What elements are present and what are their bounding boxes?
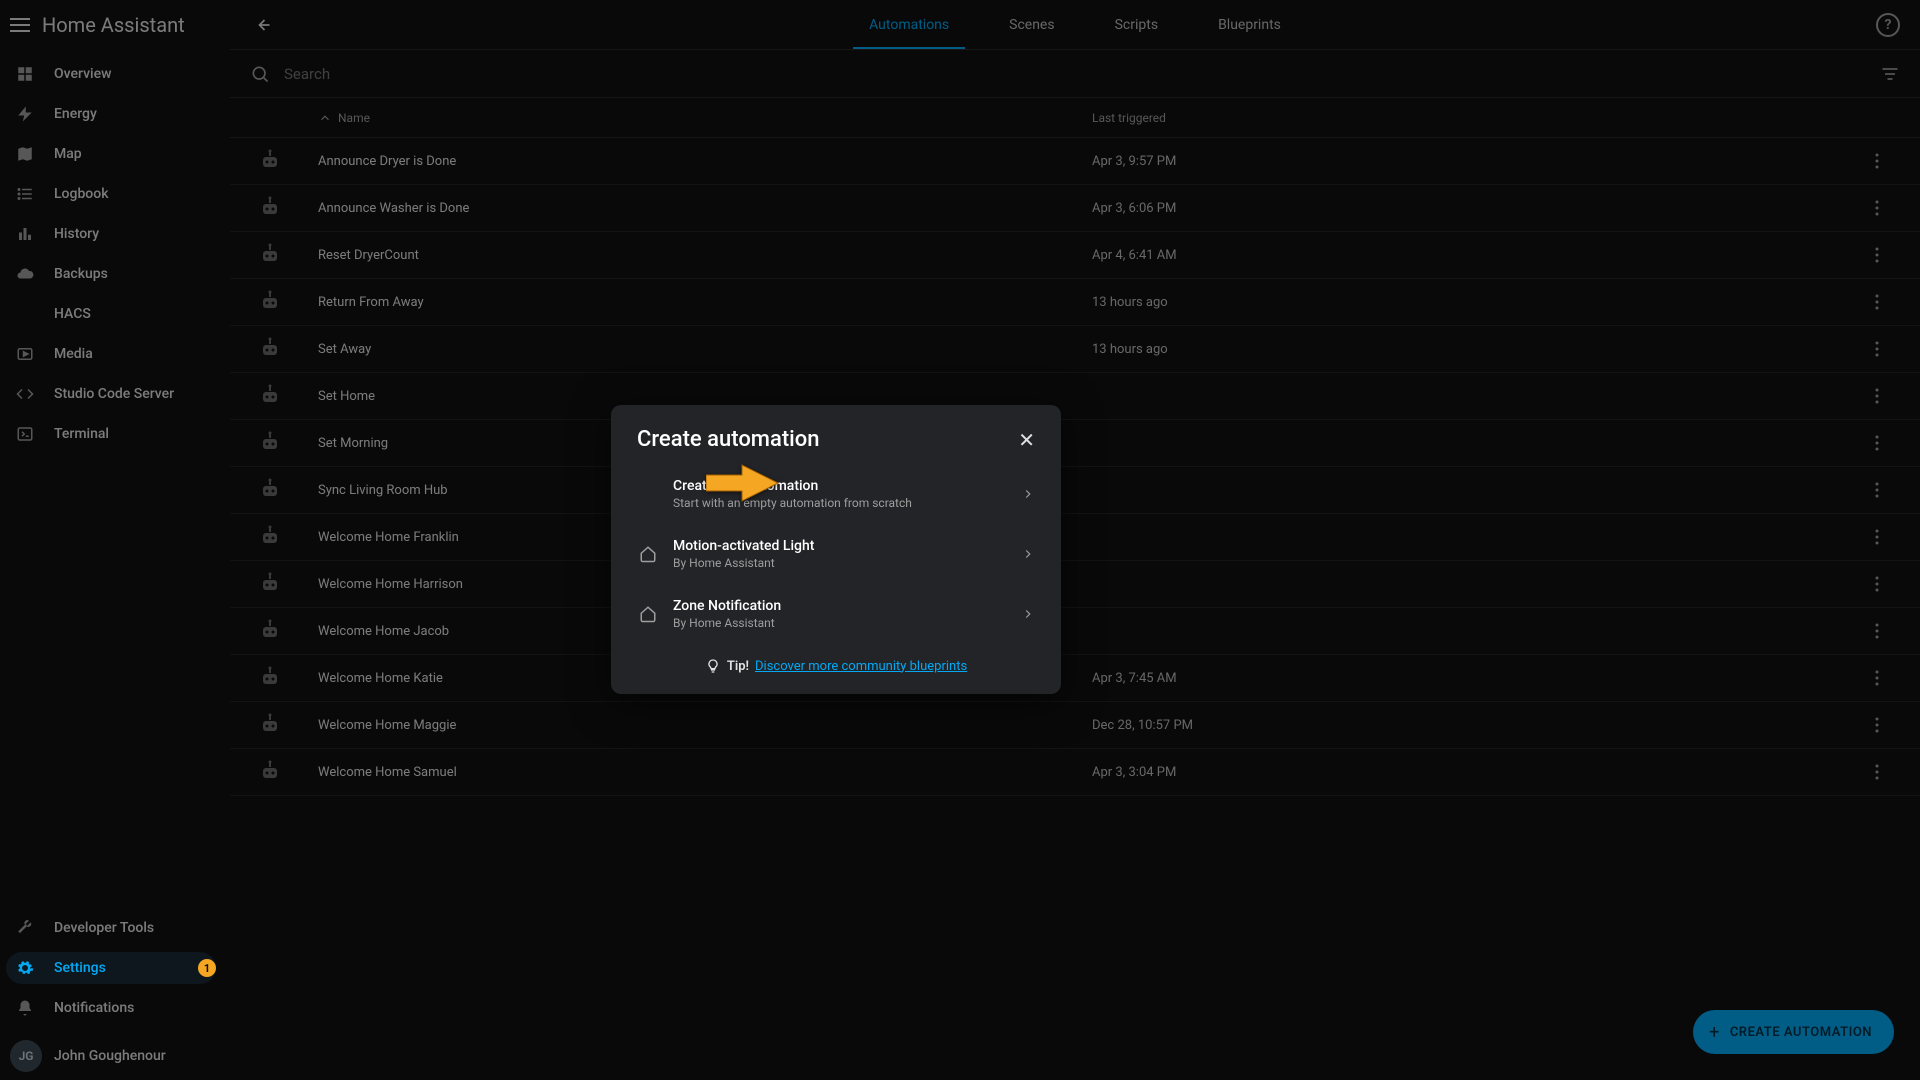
chevron-right-icon [1021, 547, 1035, 561]
dialog-option-title: Zone Notification [673, 598, 781, 614]
dialog-title: Create automation [637, 427, 820, 452]
create-automation-dialog: Create automation ✕ Create new automatio… [611, 405, 1061, 694]
dialog-option-title: Create new automation [673, 478, 912, 494]
dialog-header: Create automation ✕ [611, 405, 1061, 464]
tip-icon [705, 658, 721, 674]
chevron-right-icon [1021, 607, 1035, 621]
dialog-option-create-new-automation[interactable]: Create new automation Start with an empty… [621, 464, 1051, 524]
dialog-option-title: Motion-activated Light [673, 538, 814, 554]
tip-link[interactable]: Discover more community blueprints [755, 659, 967, 674]
dialog-option-subtitle: Start with an empty automation from scra… [673, 496, 912, 510]
dialog-option-subtitle: By Home Assistant [673, 556, 814, 570]
tip-label: Tip! [727, 659, 749, 674]
chevron-right-icon [1021, 487, 1035, 501]
dialog-option-zone-notification[interactable]: Zone Notification By Home Assistant [621, 584, 1051, 644]
home-icon [637, 605, 659, 623]
dialog-option-subtitle: By Home Assistant [673, 616, 781, 630]
dialog-option-motion-activated-light[interactable]: Motion-activated Light By Home Assistant [621, 524, 1051, 584]
gear-icon [14, 959, 36, 977]
close-button[interactable]: ✕ [1018, 428, 1035, 452]
home-icon [637, 545, 659, 563]
dialog-overlay[interactable]: Create automation ✕ Create new automatio… [0, 0, 1920, 1080]
dialog-footer: Tip! Discover more community blueprints [611, 652, 1061, 694]
settings-badge: 1 [198, 959, 216, 977]
sidebar-item-label: Settings [54, 960, 106, 976]
